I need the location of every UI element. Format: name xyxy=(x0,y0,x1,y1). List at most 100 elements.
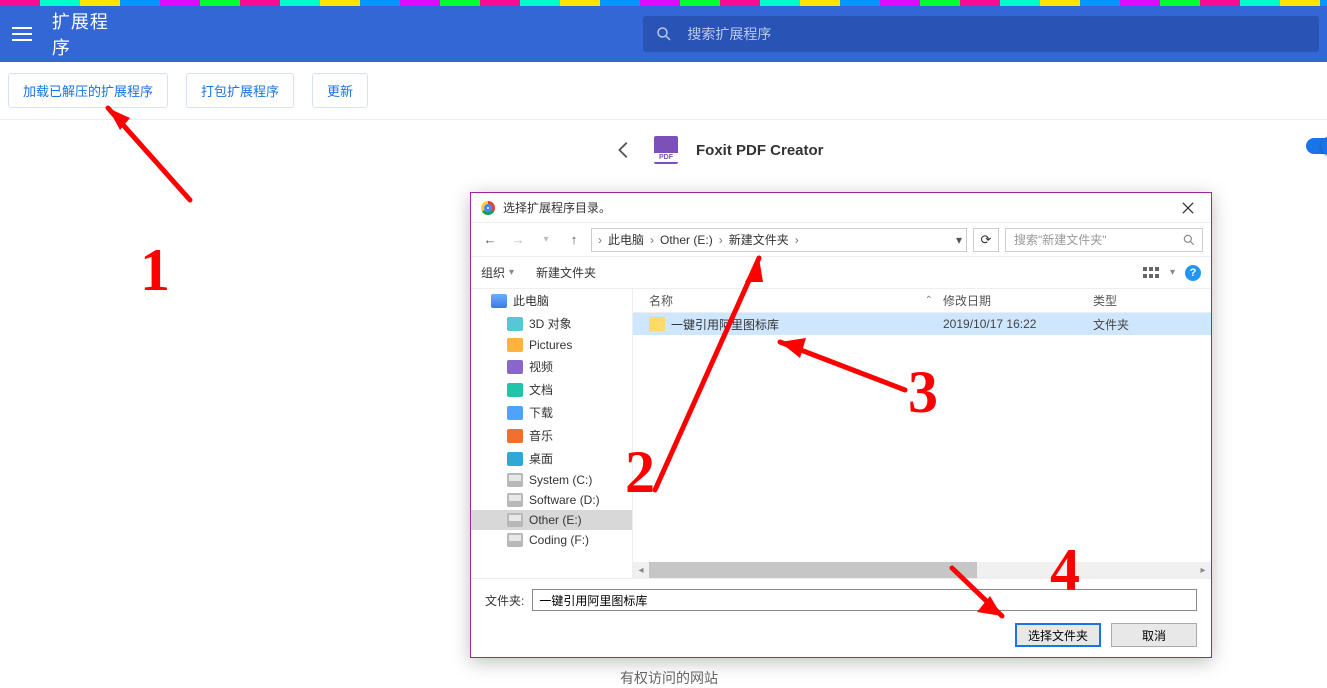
tree-label: 此电脑 xyxy=(513,292,549,309)
window-chrome-strip xyxy=(0,0,1327,6)
tree-node[interactable]: 3D 对象 xyxy=(471,312,632,335)
search-field[interactable] xyxy=(643,16,1319,52)
chrome-icon xyxy=(481,201,495,215)
tree-label: Pictures xyxy=(529,338,572,352)
path-seg-folder[interactable]: 新建文件夹 xyxy=(727,231,791,248)
chrome-extensions-header: 扩展程序 xyxy=(0,6,1327,62)
dialog-titlebar: 选择扩展程序目录。 xyxy=(471,193,1211,223)
tree-label: 音乐 xyxy=(529,427,553,444)
dialog-nav: ← → ▾ ↑ › 此电脑 › Other (E:) › 新建文件夹 › ▾ ⟳ xyxy=(471,223,1211,257)
tree-icon xyxy=(507,533,523,547)
tree-icon xyxy=(507,383,523,397)
list-header[interactable]: 名称 ⌃ 修改日期 类型 xyxy=(633,289,1211,313)
nav-back-icon[interactable]: ← xyxy=(479,232,501,247)
folder-icon xyxy=(649,317,665,331)
dialog-toolbar: 组织 ▾ 新建文件夹 ▾ ? xyxy=(471,257,1211,289)
close-icon[interactable] xyxy=(1175,197,1201,219)
tree-icon xyxy=(507,406,523,420)
folder-name-input[interactable] xyxy=(532,589,1197,611)
tree-icon xyxy=(491,294,507,308)
help-icon[interactable]: ? xyxy=(1185,265,1201,281)
extension-toggle[interactable] xyxy=(1306,138,1327,154)
dialog-search-field[interactable] xyxy=(1005,228,1203,252)
tree-node[interactable]: 视频 xyxy=(471,355,632,378)
sort-indicator-icon: ⌃ xyxy=(925,295,933,306)
page-title: 扩展程序 xyxy=(52,8,128,60)
tree-node[interactable]: 桌面 xyxy=(471,447,632,470)
tree-label: 桌面 xyxy=(529,450,553,467)
view-mode-icon[interactable] xyxy=(1142,266,1160,280)
path-seg-pc[interactable]: 此电脑 xyxy=(606,231,646,248)
extension-name: Foxit PDF Creator xyxy=(696,142,824,159)
tree-node[interactable]: 音乐 xyxy=(471,424,632,447)
update-button[interactable]: 更新 xyxy=(312,73,368,108)
chevron-right-icon: › xyxy=(795,233,799,247)
address-dropdown-icon[interactable]: ▾ xyxy=(956,233,962,247)
select-folder-button[interactable]: 选择文件夹 xyxy=(1015,623,1101,647)
tree-node[interactable]: Software (D:) xyxy=(471,490,632,510)
tree-node[interactable]: 此电脑 xyxy=(471,289,632,312)
tree-icon xyxy=(507,493,523,507)
search-icon xyxy=(1182,233,1196,247)
dialog-title: 选择扩展程序目录。 xyxy=(503,199,611,216)
list-row[interactable]: 一键引用阿里图标库2019/10/17 16:22文件夹 xyxy=(633,313,1211,335)
dialog-footer: 文件夹: 选择文件夹 取消 xyxy=(471,578,1211,657)
search-icon xyxy=(655,25,673,43)
search-input[interactable] xyxy=(685,25,1307,43)
tree-icon xyxy=(507,452,523,466)
new-folder-button[interactable]: 新建文件夹 xyxy=(536,264,596,281)
action-bar: 加载已解压的扩展程序 打包扩展程序 更新 xyxy=(0,62,1327,120)
tree-label: Software (D:) xyxy=(529,493,600,507)
scroll-left-icon[interactable]: ◂ xyxy=(633,565,649,576)
tree-node[interactable]: Coding (F:) xyxy=(471,530,632,550)
back-icon[interactable] xyxy=(612,138,636,162)
menu-icon[interactable] xyxy=(8,20,36,48)
tree-label: 文档 xyxy=(529,381,553,398)
pdf-icon xyxy=(654,136,678,164)
folder-label: 文件夹: xyxy=(485,592,524,609)
horizontal-scrollbar[interactable]: ◂ ▸ xyxy=(633,562,1211,578)
path-seg-drive[interactable]: Other (E:) xyxy=(658,233,715,247)
pack-extension-button[interactable]: 打包扩展程序 xyxy=(186,73,294,108)
tree-icon xyxy=(507,513,523,527)
tree-label: 3D 对象 xyxy=(529,315,572,332)
organize-menu[interactable]: 组织 ▾ xyxy=(481,264,514,281)
nav-up-icon[interactable]: ↑ xyxy=(563,232,585,247)
column-name[interactable]: 名称 ⌃ xyxy=(633,292,943,309)
folder-tree[interactable]: 此电脑 3D 对象 Pictures 视频文档下载音乐桌面 System (C:) Sof… xyxy=(471,289,633,578)
svg-text:1: 1 xyxy=(140,237,170,303)
tree-icon xyxy=(507,317,523,331)
tree-node[interactable]: Pictures xyxy=(471,335,632,355)
extension-footer-text: 有权访问的网站 xyxy=(620,668,718,688)
row-type: 文件夹 xyxy=(1093,316,1211,333)
chevron-down-icon[interactable]: ▾ xyxy=(1170,267,1175,278)
row-name: 一键引用阿里图标库 xyxy=(671,316,779,333)
column-type[interactable]: 类型 xyxy=(1093,292,1211,309)
tree-label: Coding (F:) xyxy=(529,533,589,547)
column-date[interactable]: 修改日期 xyxy=(943,292,1093,309)
refresh-icon[interactable]: ⟳ xyxy=(973,228,999,252)
extension-detail-panel: Foxit PDF Creator xyxy=(602,120,1292,180)
scroll-thumb[interactable] xyxy=(649,562,977,578)
cancel-button[interactable]: 取消 xyxy=(1111,623,1197,647)
chevron-right-icon: › xyxy=(719,233,723,247)
nav-recent-icon[interactable]: ▾ xyxy=(535,234,557,245)
tree-node[interactable]: System (C:) xyxy=(471,470,632,490)
chevron-right-icon: › xyxy=(598,233,602,247)
tree-label: Other (E:) xyxy=(529,513,582,527)
tree-icon xyxy=(507,360,523,374)
load-unpacked-button[interactable]: 加载已解压的扩展程序 xyxy=(8,73,168,108)
dialog-search-input[interactable] xyxy=(1012,232,1182,248)
nav-forward-icon: → xyxy=(507,232,529,247)
scroll-right-icon[interactable]: ▸ xyxy=(1195,565,1211,576)
folder-picker-dialog: 选择扩展程序目录。 ← → ▾ ↑ › 此电脑 › Other (E:) › 新… xyxy=(470,192,1212,658)
tree-label: 视频 xyxy=(529,358,553,375)
chevron-down-icon: ▾ xyxy=(509,267,514,278)
address-bar[interactable]: › 此电脑 › Other (E:) › 新建文件夹 › ▾ xyxy=(591,228,967,252)
tree-label: System (C:) xyxy=(529,473,592,487)
tree-icon xyxy=(507,473,523,487)
tree-node[interactable]: Other (E:) xyxy=(471,510,632,530)
tree-icon xyxy=(507,429,523,443)
tree-node[interactable]: 文档 xyxy=(471,378,632,401)
tree-node[interactable]: 下载 xyxy=(471,401,632,424)
